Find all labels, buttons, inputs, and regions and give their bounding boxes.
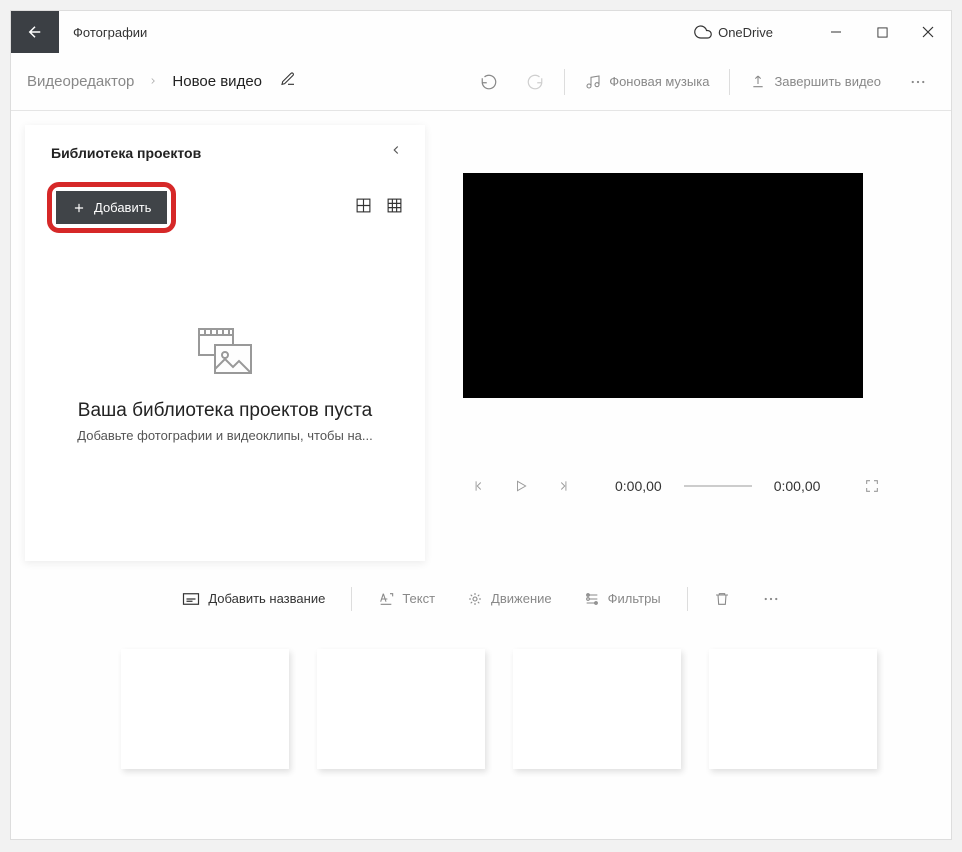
fullscreen-button[interactable] (862, 478, 882, 494)
titlebar: Фотографии OneDrive (11, 11, 951, 53)
library-panel: Библиотека проектов Добавить (25, 125, 425, 561)
grid-small-button[interactable] (386, 197, 403, 219)
project-name[interactable]: Новое видео (172, 73, 262, 90)
app-title: Фотографии (73, 25, 147, 40)
add-title-button[interactable]: Добавить название (168, 583, 339, 614)
grid-large-button[interactable] (355, 197, 372, 219)
redo-icon (526, 73, 544, 91)
divider (729, 69, 730, 95)
background-music-button[interactable]: Фоновая музыка (571, 66, 723, 98)
maximize-button[interactable] (859, 11, 905, 53)
finish-video-button[interactable]: Завершить видео (736, 66, 895, 98)
motion-icon (467, 591, 483, 607)
divider (351, 587, 352, 611)
grid-large-icon (355, 197, 372, 214)
time-total: 0:00,00 (774, 478, 821, 494)
divider (687, 587, 688, 611)
content-area: Библиотека проектов Добавить (11, 111, 951, 571)
undo-button[interactable] (466, 65, 512, 99)
clip-slot[interactable] (317, 649, 485, 769)
scrubber[interactable] (684, 485, 752, 487)
play-icon (514, 479, 528, 493)
library-title: Библиотека проектов (51, 145, 201, 161)
text-button[interactable]: Текст (364, 583, 449, 615)
delete-button[interactable] (700, 583, 744, 615)
clip-slot[interactable] (513, 649, 681, 769)
empty-title: Ваша библиотека проектов пуста (78, 400, 372, 422)
main-toolbar: Видеоредактор Новое видео Фоновая музыка (11, 53, 951, 111)
next-frame-icon (556, 479, 570, 493)
more-button[interactable] (895, 65, 941, 99)
add-title-label: Добавить название (208, 591, 325, 606)
time-current: 0:00,00 (615, 478, 662, 494)
video-preview[interactable] (463, 173, 863, 398)
library-actions: Добавить (25, 168, 425, 239)
onedrive-label: OneDrive (718, 25, 773, 40)
text-label: Текст (402, 591, 435, 606)
title-card-icon (182, 592, 200, 606)
filters-button[interactable]: Фильтры (570, 583, 675, 615)
library-empty-state: Ваша библиотека проектов пуста Добавьте … (25, 239, 425, 561)
collapse-button[interactable] (389, 143, 403, 162)
clip-slot[interactable] (709, 649, 877, 769)
prev-frame-icon (472, 479, 486, 493)
motion-label: Движение (491, 591, 552, 606)
empty-media-icon (195, 327, 255, 382)
edit-name-button[interactable] (280, 71, 296, 92)
motion-button[interactable]: Движение (453, 583, 566, 615)
divider (564, 69, 565, 95)
player-controls: 0:00,00 0:00,00 (459, 478, 931, 494)
prev-frame-button[interactable] (469, 479, 489, 493)
maximize-icon (877, 27, 888, 38)
grid-small-icon (386, 197, 403, 214)
music-label: Фоновая музыка (609, 74, 709, 89)
chevron-right-icon (148, 73, 158, 91)
minimize-button[interactable] (813, 11, 859, 53)
app-window: Фотографии OneDrive Видеоредактор Новое … (10, 10, 952, 840)
add-label: Добавить (94, 200, 151, 215)
close-icon (922, 26, 934, 38)
more-icon (909, 73, 927, 91)
library-header: Библиотека проектов (25, 125, 425, 168)
toolbar-right: Фоновая музыка Завершить видео (466, 65, 951, 99)
window-controls (813, 11, 951, 53)
fullscreen-icon (864, 478, 880, 494)
chevron-left-icon (389, 143, 403, 157)
redo-button[interactable] (512, 65, 558, 99)
next-frame-button[interactable] (553, 479, 573, 493)
filters-label: Фильтры (608, 591, 661, 606)
cloud-icon (694, 23, 712, 41)
breadcrumb-editor[interactable]: Видеоредактор (27, 73, 134, 90)
trash-icon (714, 591, 730, 607)
arrow-left-icon (26, 23, 44, 41)
pencil-icon (280, 71, 296, 87)
back-button[interactable] (11, 11, 59, 53)
add-button[interactable]: Добавить (56, 191, 167, 224)
view-toggles (355, 197, 403, 219)
play-button[interactable] (511, 479, 531, 493)
undo-icon (480, 73, 498, 91)
filters-icon (584, 591, 600, 607)
timeline-track[interactable] (11, 625, 951, 769)
minimize-icon (830, 26, 842, 38)
export-icon (750, 74, 766, 90)
empty-subtitle: Добавьте фотографии и видеоклипы, чтобы … (77, 428, 372, 443)
finish-label: Завершить видео (774, 74, 881, 89)
more-icon (762, 590, 780, 608)
text-icon (378, 591, 394, 607)
music-icon (585, 74, 601, 90)
plus-icon (72, 201, 86, 215)
add-button-highlight: Добавить (47, 182, 176, 233)
preview-area: 0:00,00 0:00,00 (459, 125, 931, 561)
close-button[interactable] (905, 11, 951, 53)
clip-slot[interactable] (121, 649, 289, 769)
onedrive-button[interactable]: OneDrive (694, 23, 773, 41)
timeline-more-button[interactable] (748, 582, 794, 616)
timeline-toolbar: Добавить название Текст Движение Фильтры (11, 571, 951, 625)
